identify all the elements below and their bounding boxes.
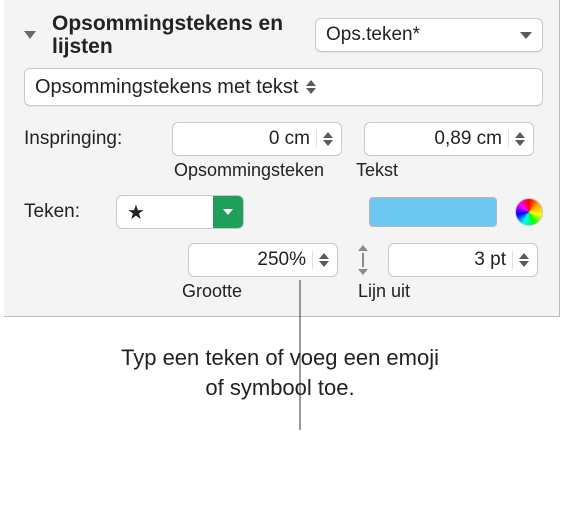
bullet-type-popup[interactable]: Opsommingstekens met tekst	[24, 68, 543, 106]
color-wheel-icon[interactable]	[515, 198, 543, 226]
updown-chevron-icon	[298, 80, 316, 94]
list-style-popup[interactable]: Ops.teken*	[315, 18, 543, 52]
dropdown-button[interactable]	[213, 196, 243, 228]
disclosure-triangle-icon[interactable]	[24, 31, 36, 39]
align-caption: Lijn uit	[358, 281, 410, 302]
character-label: Teken:	[24, 201, 104, 223]
bullet-indent-field[interactable]: 0 cm	[172, 122, 342, 156]
bullet-color-swatch[interactable]	[369, 197, 497, 227]
section-title: Opsommings­tekens en lijsten	[52, 12, 305, 58]
text-indent-value: 0,89 cm	[375, 128, 508, 150]
bullets-and-lists-panel: Opsommings­tekens en lijsten Ops.teken* …	[4, 0, 560, 317]
bullet-indent-value: 0 cm	[183, 128, 316, 150]
bullet-size-field[interactable]: 250%	[188, 243, 338, 277]
align-vertical-icon	[358, 245, 368, 275]
bullet-character-combo[interactable]: ★	[116, 195, 244, 229]
stepper-icon[interactable]	[508, 130, 529, 148]
stepper-icon[interactable]	[316, 130, 337, 148]
bullet-align-field[interactable]: 3 pt	[388, 243, 538, 277]
text-indent-caption: Tekst	[356, 160, 398, 181]
size-caption: Grootte	[182, 281, 358, 302]
stepper-icon[interactable]	[312, 251, 333, 269]
callout-text: Typ een teken of voeg een emoji of symbo…	[90, 343, 470, 402]
bullet-type-value: Opsommingstekens met tekst	[35, 76, 298, 99]
text-indent-field[interactable]: 0,89 cm	[364, 122, 534, 156]
chevron-down-icon	[510, 32, 532, 39]
star-icon: ★	[117, 200, 213, 225]
bullet-indent-caption: Opsommingsteken	[174, 160, 356, 181]
indent-label: Inspringing:	[24, 128, 162, 150]
list-style-value: Ops.teken*	[326, 24, 420, 46]
bullet-size-value: 250%	[199, 249, 312, 271]
bullet-align-value: 3 pt	[399, 249, 512, 271]
stepper-icon[interactable]	[512, 251, 533, 269]
